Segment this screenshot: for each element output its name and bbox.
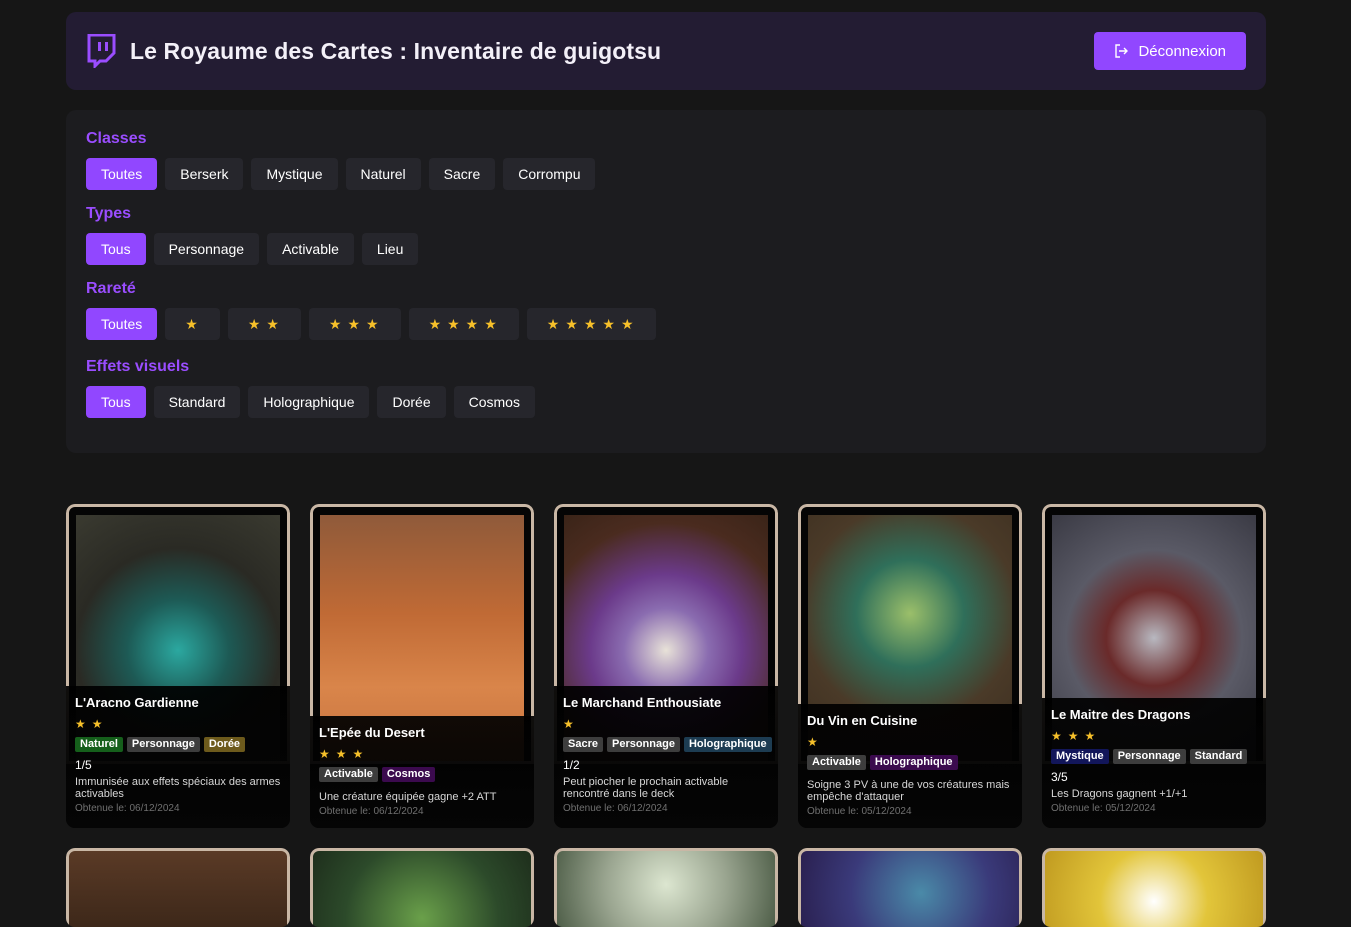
- card-obtained-date: Obtenue le: 06/12/2024: [563, 803, 668, 814]
- class-filter-mystique[interactable]: Mystique: [251, 158, 338, 190]
- card-info: L'Epée du Desert ★★★ Activable Cosmos Un…: [310, 716, 534, 828]
- card-obtained-date: Obtenue le: 05/12/2024: [807, 806, 912, 817]
- effect-filter-doree[interactable]: Dorée: [377, 386, 446, 418]
- rarity-filter-3-stars[interactable]: ★★★: [308, 308, 401, 340]
- card-name: Le Maitre des Dragons: [1051, 707, 1191, 722]
- class-filter-naturel[interactable]: Naturel: [345, 158, 421, 190]
- logout-button[interactable]: Déconnexion: [1094, 32, 1246, 70]
- effect-filter-tous[interactable]: Tous: [86, 386, 146, 418]
- filters-panel: Classes Toutes Berserk Mystique Naturel …: [66, 110, 1266, 453]
- twitch-icon: [87, 34, 116, 68]
- logout-icon: [1115, 44, 1129, 58]
- card-type-tag: Activable: [319, 767, 378, 782]
- card-rarity-stars: ★: [807, 735, 824, 749]
- card-effect-text: Peut piocher le prochain activable renco…: [563, 776, 729, 800]
- card-effect-text: Immunisée aux effets spéciaux des armes …: [75, 776, 281, 800]
- classes-title: Classes: [86, 130, 147, 147]
- rarity-filter-4-stars[interactable]: ★★★★: [408, 308, 519, 340]
- class-filter-berserk[interactable]: Berserk: [165, 158, 244, 190]
- effect-filter-standard[interactable]: Standard: [153, 386, 241, 418]
- card-info: L'Aracno Gardienne ★★ Naturel Personnage…: [66, 686, 290, 828]
- card-rarity-stars: ★★★: [319, 747, 370, 761]
- card-epee-du-desert[interactable]: L'Epée du Desert ★★★ Activable Cosmos Un…: [310, 504, 534, 828]
- card-effect-tag: Cosmos: [381, 767, 436, 782]
- card-effect-text: Une créature équipée gagne +2 ATT: [319, 791, 497, 803]
- rarity-filter-1-star[interactable]: ★: [165, 308, 220, 340]
- card-row2-4[interactable]: [798, 848, 1022, 927]
- type-filter-activable[interactable]: Activable: [267, 233, 354, 265]
- types-title: Types: [86, 205, 132, 222]
- class-filter-toutes[interactable]: Toutes: [86, 158, 158, 190]
- effect-filter-cosmos[interactable]: Cosmos: [453, 386, 535, 418]
- effects-title: Effets visuels: [86, 358, 190, 375]
- type-filter-lieu[interactable]: Lieu: [361, 233, 419, 265]
- card-artwork: [554, 848, 778, 927]
- logout-label: Déconnexion: [1138, 42, 1226, 60]
- page-header: Le Royaume des Cartes : Inventaire de gu…: [66, 12, 1266, 90]
- card-name: L'Epée du Desert: [319, 725, 425, 740]
- class-filter-corrompu[interactable]: Corrompu: [503, 158, 596, 190]
- rarity-filter-row: Toutes ★ ★★ ★★★ ★★★★ ★★★★★: [86, 308, 656, 340]
- card-effect-tag: Standard: [1189, 749, 1248, 764]
- card-class-tag: Mystique: [1051, 749, 1109, 764]
- page-title: Le Royaume des Cartes : Inventaire de gu…: [130, 37, 662, 64]
- class-filter-sacre[interactable]: Sacre: [428, 158, 496, 190]
- effect-filter-holographique[interactable]: Holographique: [248, 386, 370, 418]
- card-effect-tag: Holographique: [869, 755, 958, 770]
- types-filter-row: Tous Personnage Activable Lieu: [86, 233, 419, 265]
- card-type-tag: Activable: [807, 755, 866, 770]
- card-du-vin-en-cuisine[interactable]: Du Vin en Cuisine ★ Activable Holographi…: [798, 504, 1022, 828]
- classes-filter-row: Toutes Berserk Mystique Naturel Sacre Co…: [86, 158, 596, 190]
- card-type-tag: Personnage: [606, 737, 680, 752]
- card-name: Le Marchand Enthousiate: [563, 695, 722, 710]
- card-artwork: [66, 848, 290, 927]
- card-name: L'Aracno Gardienne: [75, 695, 199, 710]
- card-class-tag: Sacre: [563, 737, 603, 752]
- card-info: Du Vin en Cuisine ★ Activable Holographi…: [798, 704, 1022, 828]
- card-artwork: [310, 848, 534, 927]
- card-effect-tag: Holographique: [683, 737, 772, 752]
- card-marchand-enthousiate[interactable]: Le Marchand Enthousiate ★ Sacre Personna…: [554, 504, 778, 828]
- rarity-title: Rareté: [86, 280, 136, 297]
- card-obtained-date: Obtenue le: 06/12/2024: [75, 803, 180, 814]
- type-filter-tous[interactable]: Tous: [86, 233, 146, 265]
- card-type-tag: Personnage: [1112, 749, 1186, 764]
- card-row2-3[interactable]: [554, 848, 778, 927]
- card-row2-5[interactable]: [1042, 848, 1266, 927]
- card-count: 1/2: [563, 758, 580, 772]
- card-artwork: [1042, 848, 1266, 927]
- card-effect-text: Soigne 3 PV à une de vos créatures mais …: [807, 779, 1010, 803]
- card-row2-2[interactable]: [310, 848, 534, 927]
- card-type-tag: Personnage: [126, 737, 200, 752]
- card-maitre-des-dragons[interactable]: Le Maitre des Dragons ★★★ Mystique Perso…: [1042, 504, 1266, 828]
- card-rarity-stars: ★: [563, 717, 580, 731]
- card-info: Le Maitre des Dragons ★★★ Mystique Perso…: [1042, 698, 1266, 828]
- card-effect-text: Les Dragons gagnent +1/+1: [1051, 788, 1188, 800]
- card-class-tag: Naturel: [75, 737, 123, 752]
- card-effect-tag: Dorée: [203, 737, 246, 752]
- card-row2-1[interactable]: [66, 848, 290, 927]
- card-count: 1/5: [75, 758, 92, 772]
- card-obtained-date: Obtenue le: 06/12/2024: [319, 806, 424, 817]
- card-count: 3/5: [1051, 770, 1068, 784]
- effects-filter-row: Tous Standard Holographique Dorée Cosmos: [86, 386, 535, 418]
- rarity-filter-2-stars[interactable]: ★★: [227, 308, 301, 340]
- type-filter-personnage[interactable]: Personnage: [153, 233, 260, 265]
- rarity-filter-toutes[interactable]: Toutes: [86, 308, 158, 340]
- card-rarity-stars: ★★: [75, 717, 109, 731]
- card-name: Du Vin en Cuisine: [807, 713, 918, 728]
- card-info: Le Marchand Enthousiate ★ Sacre Personna…: [554, 686, 778, 828]
- card-obtained-date: Obtenue le: 05/12/2024: [1051, 803, 1156, 814]
- rarity-filter-5-stars[interactable]: ★★★★★: [526, 308, 656, 340]
- card-aracno-gardienne[interactable]: L'Aracno Gardienne ★★ Naturel Personnage…: [66, 504, 290, 828]
- card-artwork: [798, 848, 1022, 927]
- card-rarity-stars: ★★★: [1051, 729, 1102, 743]
